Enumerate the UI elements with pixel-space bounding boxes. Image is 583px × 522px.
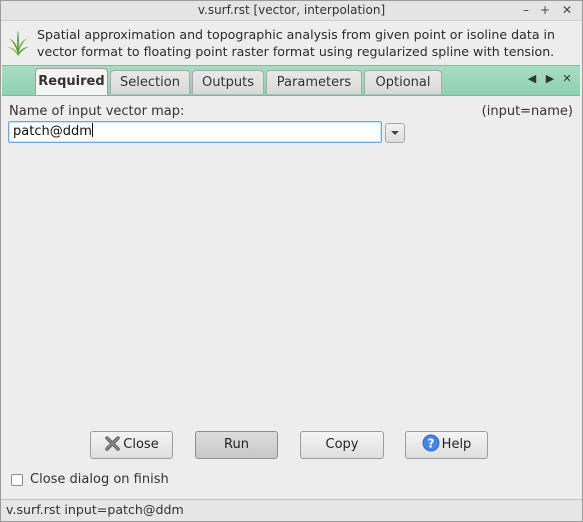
- tab-scroll-right-icon[interactable]: ▶: [543, 72, 557, 86]
- maximize-button[interactable]: +: [537, 2, 553, 18]
- text-caret: [91, 123, 93, 137]
- tab-parameters[interactable]: Parameters: [266, 70, 362, 94]
- grass-logo-icon: [7, 30, 29, 56]
- chevron-down-icon: [391, 131, 399, 135]
- status-command-text: v.surf.rst input=patch@ddm: [6, 502, 184, 517]
- tab-optional[interactable]: Optional: [364, 70, 442, 94]
- module-header: Spatial approximation and topographic an…: [1, 21, 582, 63]
- svg-text:?: ?: [427, 437, 434, 451]
- title-bar[interactable]: v.surf.rst [vector, interpolation] – + ✕: [1, 1, 582, 21]
- dialog-window: v.surf.rst [vector, interpolation] – + ✕…: [0, 0, 583, 522]
- input-map-dropdown-button[interactable]: [385, 123, 405, 143]
- input-map-value: patch@ddm: [13, 124, 92, 139]
- status-bar: v.surf.rst input=patch@ddm: [1, 499, 582, 521]
- input-map-key: (input=name): [481, 104, 573, 119]
- tab-required[interactable]: Required: [35, 68, 108, 95]
- close-button-label: Close: [123, 437, 159, 452]
- tab-outputs[interactable]: Outputs: [192, 70, 264, 94]
- tab-bar: Required Selection Outputs Parameters Op…: [2, 65, 580, 96]
- window-close-button[interactable]: ✕: [559, 2, 575, 18]
- tab-scroll-left-icon[interactable]: ◀: [525, 72, 539, 86]
- close-icon: [105, 436, 120, 451]
- module-description: Spatial approximation and topographic an…: [37, 27, 556, 59]
- help-button-label: Help: [441, 437, 472, 452]
- minimize-button[interactable]: –: [518, 2, 534, 18]
- close-button[interactable]: Close: [90, 431, 173, 459]
- input-map-label: Name of input vector map:: [9, 104, 185, 119]
- copy-button-label: Copy: [325, 437, 359, 452]
- help-icon: ?: [422, 434, 440, 452]
- tab-selection[interactable]: Selection: [110, 70, 190, 94]
- help-button[interactable]: ? Help: [405, 431, 488, 459]
- tab-close-icon[interactable]: ✕: [560, 72, 574, 86]
- close-on-finish-checkbox[interactable]: [11, 474, 23, 486]
- run-button[interactable]: Run: [195, 431, 278, 459]
- window-title: v.surf.rst [vector, interpolation]: [197, 3, 386, 17]
- close-on-finish-label[interactable]: Close dialog on finish: [30, 472, 169, 487]
- copy-button[interactable]: Copy: [300, 431, 384, 459]
- run-button-label: Run: [224, 437, 249, 452]
- input-map-field[interactable]: patch@ddm: [8, 121, 382, 143]
